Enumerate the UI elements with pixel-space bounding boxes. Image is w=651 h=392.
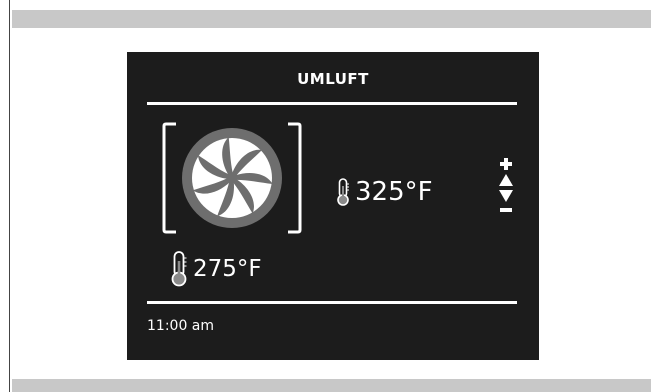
current-temperature-value: 275°F [193, 256, 262, 282]
program-title: UMLUFT [297, 70, 369, 88]
footer-divider [147, 301, 517, 304]
temperature-adjust-control[interactable] [495, 156, 517, 222]
current-temperature: 275°F [169, 248, 262, 290]
left-border-line [9, 0, 10, 392]
thermometer-icon [337, 178, 349, 206]
fan-graphic [162, 122, 302, 234]
setpoint-temperature[interactable]: 325°F [335, 172, 433, 212]
title-divider [147, 102, 517, 105]
thermometer-icon [171, 251, 187, 287]
clock-time: 11:00 am [147, 318, 215, 334]
increase-temperature-button[interactable] [499, 158, 513, 186]
bottom-bar [12, 379, 651, 392]
convection-fan-icon[interactable] [162, 122, 302, 234]
top-bar [12, 10, 651, 28]
decrease-temperature-button[interactable] [499, 190, 513, 212]
setpoint-temperature-value: 325°F [355, 177, 433, 207]
oven-display: UMLUFT 325°F 275°F 11:00 am [127, 52, 539, 360]
